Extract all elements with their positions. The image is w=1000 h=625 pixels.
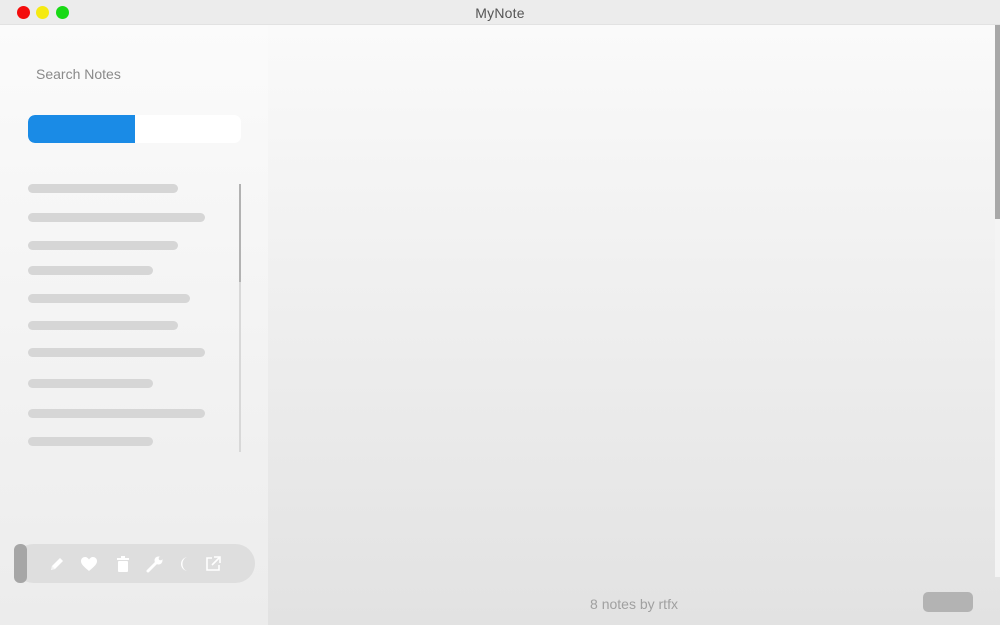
corner-action-button[interactable] [923, 592, 973, 612]
note-list[interactable] [28, 180, 243, 452]
progress-bar [28, 115, 241, 143]
note-list-item[interactable] [28, 437, 153, 446]
status-text: 8 notes by rtfx [590, 596, 678, 612]
settings-button[interactable] [145, 554, 165, 574]
note-list-scrollbar-thumb[interactable] [239, 184, 241, 282]
external-link-icon [206, 556, 221, 571]
search-input[interactable] [28, 61, 238, 87]
note-list-item[interactable] [28, 241, 178, 250]
title-bar: MyNote [0, 0, 1000, 25]
wrench-icon [146, 556, 163, 573]
note-list-item[interactable] [28, 321, 178, 330]
favorite-button[interactable] [79, 554, 99, 574]
note-list-item[interactable] [28, 348, 205, 357]
window-title: MyNote [475, 5, 525, 21]
trash-icon [117, 556, 129, 572]
editor-scrollbar-track[interactable] [995, 219, 1000, 577]
note-list-item[interactable] [28, 379, 153, 388]
note-list-item[interactable] [28, 184, 178, 193]
note-list-item[interactable] [28, 266, 153, 275]
new-note-button[interactable] [47, 554, 67, 574]
progress-fill [28, 115, 135, 143]
moon-icon [181, 557, 188, 571]
sidebar [0, 25, 268, 625]
note-list-scrollbar[interactable] [239, 184, 241, 452]
note-list-item[interactable] [28, 213, 205, 222]
sidebar-toolbar [14, 544, 255, 583]
editor-scrollbar-thumb[interactable] [995, 25, 1000, 219]
export-button[interactable] [203, 554, 223, 574]
note-list-item[interactable] [28, 294, 190, 303]
note-editor[interactable]: 8 notes by rtfx [268, 25, 1000, 625]
night-mode-button[interactable] [176, 554, 196, 574]
toolbar-drag-handle[interactable] [14, 544, 27, 583]
heart-icon [81, 557, 97, 571]
pencil-icon [51, 558, 63, 570]
delete-note-button[interactable] [113, 554, 133, 574]
app-window: MyNote Search Notes 8 notes by rtfx [0, 0, 1000, 625]
note-list-item[interactable] [28, 409, 205, 418]
